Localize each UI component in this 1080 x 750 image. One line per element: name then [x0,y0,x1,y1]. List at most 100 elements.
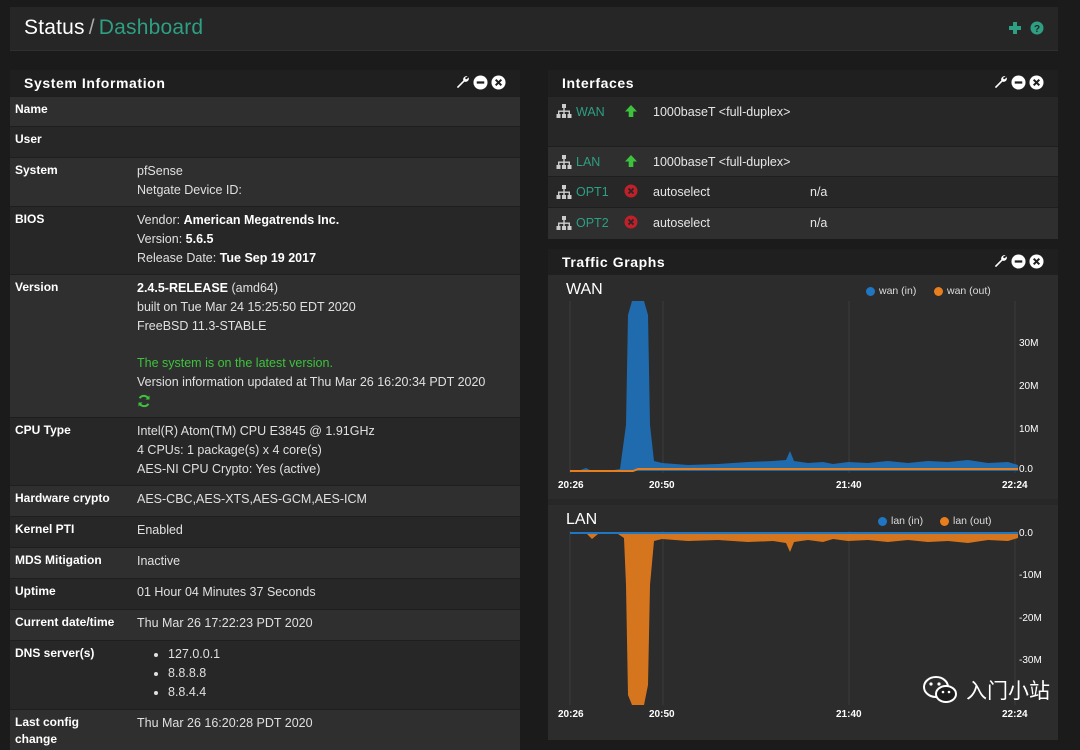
x-tick: 21:40 [836,709,862,720]
breadcrumb-dashboard[interactable]: Dashboard [99,16,204,39]
row-label: BIOS [15,212,45,226]
breadcrumb-separator: / [88,16,95,39]
row-label: Current date/time [15,615,115,629]
interface-name[interactable]: LAN [576,155,600,169]
row-value: Vendor: American Megatrends Inc. Version… [137,211,339,268]
refresh-icon[interactable] [137,394,151,408]
row-label: CPU Type [15,423,71,437]
breadcrumb-status[interactable]: Status [24,16,85,39]
row-label: DNS server(s) [15,646,95,660]
minus-icon[interactable] [1011,75,1026,90]
y-tick: 0.0 [1019,528,1033,539]
network-icon [556,155,572,169]
row-user: User [10,126,520,157]
wrench-icon[interactable] [993,75,1008,90]
bios-release-date: Release Date: Tue Sep 19 2017 [137,251,317,265]
y-tick: 20M [1019,381,1039,392]
y-tick: 0.0 [1019,464,1033,475]
row-value: Intel(R) Atom(TM) CPU E3845 @ 1.91GHz 4 … [137,422,375,479]
row-value: Thu Mar 26 16:20:28 PDT 2020 [137,716,313,730]
down-x-icon [624,184,638,198]
panel-title: Interfaces [562,75,635,91]
x-tick: 22:24 [1002,480,1028,491]
wan-chart-area [569,301,1018,473]
interface-ip: n/a [810,185,828,199]
arrow-up-icon [625,155,637,167]
close-icon[interactable] [1029,254,1044,269]
interface-media: autoselect [653,185,710,199]
y-tick: -20M [1019,613,1042,624]
row-uptime: Uptime 01 Hour 04 Minutes 37 Seconds [10,578,520,609]
close-icon[interactable] [491,75,506,90]
interface-row-opt1: OPT1 autoselect n/a [548,176,1058,208]
plus-icon[interactable] [1008,21,1022,35]
row-value: Inactive [137,554,181,568]
version-up-to-date: The system is on the latest version. [137,356,333,370]
traffic-graphs-panel: Traffic Graphs WAN wan (in) wan (out) 30… [548,249,1058,740]
minus-icon[interactable] [1011,254,1026,269]
page-header: Status / Dashboard ? [10,7,1058,51]
interface-row-wan: WAN 1000baseT <full-duplex> [548,96,1058,147]
version-release: 2.4.5-RELEASE (amd64) [137,281,279,295]
row-value: 127.0.0.1 8.8.8.8 8.8.4.4 [132,645,220,702]
row-cpu-type: CPU Type Intel(R) Atom(TM) CPU E3845 @ 1… [10,417,520,485]
row-label: Kernel PTI [15,522,75,536]
x-tick: 22:24 [1002,709,1028,720]
row-label: Hardware crypto [15,491,110,505]
arrow-up-icon [625,105,637,117]
system-name: pfSense [137,164,183,178]
down-x-icon [624,215,638,229]
watermark-text: 入门小站 [966,680,1050,703]
wechat-icon [923,676,957,703]
interface-media: autoselect [653,216,710,230]
y-tick: -30M [1019,655,1042,666]
cpu-model: Intel(R) Atom(TM) CPU E3845 @ 1.91GHz [137,424,375,438]
version-updated-at: Version information updated at Thu Mar 2… [137,375,486,389]
dns-server: 8.8.4.4 [168,683,220,702]
row-value: Thu Mar 26 17:22:23 PDT 2020 [137,616,313,630]
row-version: Version 2.4.5-RELEASE (amd64) built on T… [10,274,520,417]
panel-header: Traffic Graphs [548,249,1058,275]
network-icon [556,104,572,118]
wrench-icon[interactable] [993,254,1008,269]
network-icon [556,185,572,199]
x-tick: 20:50 [649,709,675,720]
interface-name[interactable]: OPT2 [576,216,609,230]
help-icon[interactable]: ? [1030,21,1044,35]
svg-text:?: ? [1034,24,1040,35]
row-label: Uptime [15,584,56,598]
wrench-icon[interactable] [455,75,470,90]
y-tick: 10M [1019,424,1039,435]
system-information-panel: System Information Name User System pfSe… [10,70,520,750]
row-name: Name [10,96,520,126]
row-label: System [15,163,58,177]
device-id: Netgate Device ID: [137,183,242,197]
interface-name[interactable]: OPT1 [576,185,609,199]
panel-header: System Information [10,70,520,96]
wan-traffic-graph: WAN wan (in) wan (out) 30M 20M 10M 0.0 2… [548,275,1058,499]
close-icon[interactable] [1029,75,1044,90]
x-tick: 21:40 [836,480,862,491]
panel-title: System Information [24,75,166,91]
panel-header: Interfaces [548,70,1058,96]
version-freebsd: FreeBSD 11.3-STABLE [137,319,267,333]
row-dns-servers: DNS server(s) 127.0.0.1 8.8.8.8 8.8.4.4 [10,640,520,709]
interface-media: 1000baseT <full-duplex> [653,155,791,169]
row-value: 2.4.5-RELEASE (amd64) built on Tue Mar 2… [137,279,485,414]
interface-name[interactable]: WAN [576,105,605,119]
row-system: System pfSense Netgate Device ID: [10,157,520,206]
cpu-aes: AES-NI CPU Crypto: Yes (active) [137,462,321,476]
minus-icon[interactable] [473,75,488,90]
interface-ip: n/a [810,216,828,230]
row-current-datetime: Current date/time Thu Mar 26 17:22:23 PD… [10,609,520,640]
y-tick: -10M [1019,570,1042,581]
x-tick: 20:26 [558,709,584,720]
row-value: 01 Hour 04 Minutes 37 Seconds [137,585,316,599]
row-kernel-pti: Kernel PTI Enabled [10,516,520,547]
row-value: pfSense Netgate Device ID: [137,162,242,200]
row-label: Version [15,280,59,294]
row-hardware-crypto: Hardware crypto AES-CBC,AES-XTS,AES-GCM,… [10,485,520,516]
interface-media: 1000baseT <full-duplex> [653,105,791,119]
interface-row-lan: LAN 1000baseT <full-duplex> [548,146,1058,177]
panel-title: Traffic Graphs [562,254,666,270]
